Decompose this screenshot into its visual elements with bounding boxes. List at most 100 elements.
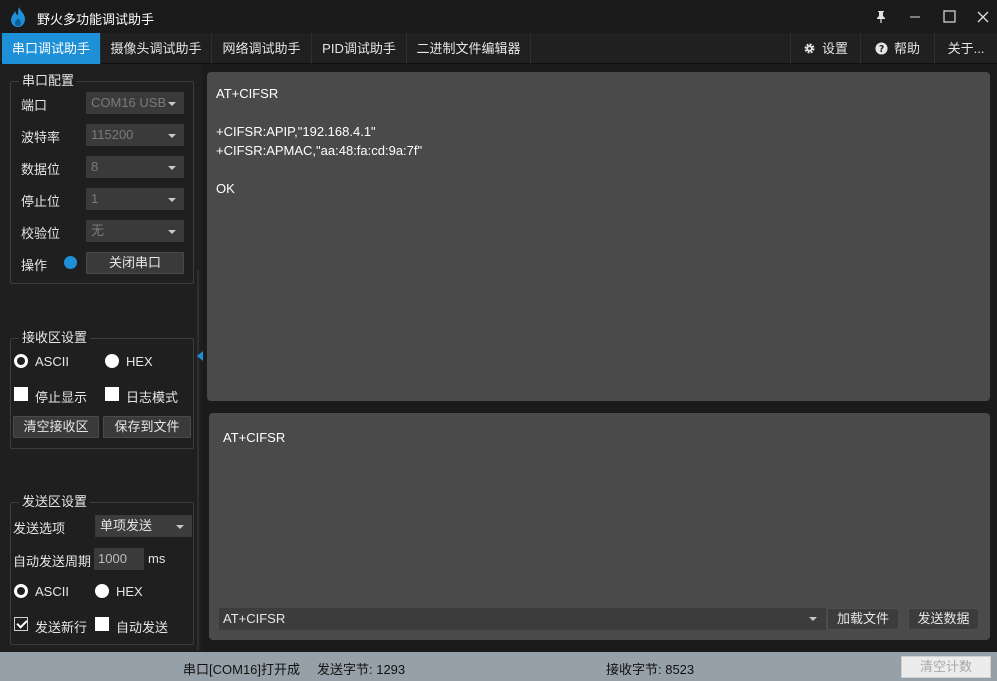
send-newline-label: 发送新行 xyxy=(35,620,88,635)
receive-line: +CIFSR:APMAC,"aa:48:fa:cd:9a:7f" xyxy=(216,143,423,158)
chevron-down-icon xyxy=(168,102,176,106)
auto-send-period-label: 自动发送周期 xyxy=(13,554,92,569)
help-button[interactable]: ? 帮助 xyxy=(860,33,934,64)
tab-camera-debug[interactable]: 摄像头调试助手 xyxy=(101,33,212,64)
baud-label: 波特率 xyxy=(21,130,61,145)
chevron-down-icon xyxy=(168,166,176,170)
databits-value: 8 xyxy=(91,159,99,174)
baud-value: 115200 xyxy=(91,127,134,142)
stopbits-select[interactable]: 1 xyxy=(86,188,184,210)
chevron-down-icon xyxy=(168,134,176,138)
send-history-value: AT+CIFSR xyxy=(223,611,286,626)
send-data-button[interactable]: 发送数据 xyxy=(908,608,979,630)
close-icon xyxy=(977,11,989,22)
flame-logo-icon xyxy=(11,7,25,27)
serial-config-group: 串口配置 端口 COM16 USB 波特率 115200 数据位 8 停止位 1… xyxy=(10,73,194,284)
log-mode-checkbox[interactable] xyxy=(105,387,119,401)
clear-receive-button[interactable]: 清空接收区 xyxy=(13,416,99,438)
auto-send-checkbox[interactable] xyxy=(95,617,109,631)
send-history-select[interactable]: AT+CIFSR xyxy=(219,608,826,630)
help-label: 帮助 xyxy=(893,41,920,56)
load-file-button[interactable]: 加载文件 xyxy=(827,608,899,630)
databits-label: 数据位 xyxy=(21,162,61,177)
tab-network-debug[interactable]: 网络调试助手 xyxy=(212,33,312,64)
pause-display-label: 停止显示 xyxy=(35,390,88,405)
send-ascii-radio[interactable] xyxy=(14,584,28,598)
maximize-icon xyxy=(942,10,956,23)
gear-icon xyxy=(804,43,815,54)
chevron-down-icon xyxy=(809,617,817,621)
chevron-down-icon xyxy=(168,198,176,202)
baud-select[interactable]: 115200 xyxy=(86,124,184,146)
collapse-arrow-icon[interactable] xyxy=(197,351,203,361)
send-settings-title: 发送区设置 xyxy=(19,494,91,510)
pin-icon xyxy=(877,10,885,23)
parity-value: 无 xyxy=(91,223,105,238)
auto-send-label: 自动发送 xyxy=(116,620,169,635)
send-option-label: 发送选项 xyxy=(13,521,66,536)
stopbits-label: 停止位 xyxy=(21,194,61,209)
minimize-button[interactable] xyxy=(898,0,932,33)
tab-pid-debug[interactable]: PID调试助手 xyxy=(312,33,407,64)
window-title: 野火多功能调试助手 xyxy=(37,12,155,27)
recv-settings-title: 接收区设置 xyxy=(19,330,91,346)
send-ascii-label: ASCII xyxy=(35,584,69,599)
send-newline-checkbox[interactable] xyxy=(14,617,28,631)
tab-serial-debug[interactable]: 串口调试助手 xyxy=(2,33,101,64)
close-button[interactable] xyxy=(966,0,997,33)
parity-select[interactable]: 无 xyxy=(86,220,184,242)
maximize-button[interactable] xyxy=(932,0,966,33)
send-hex-radio[interactable] xyxy=(95,584,109,598)
help-icon: ? xyxy=(875,42,888,55)
recv-settings-group: 接收区设置 ASCII HEX 停止显示 日志模式 清空接收区 保存到文件 xyxy=(10,330,194,449)
port-status-text: 串口[COM16]打开成 xyxy=(183,662,301,677)
receive-line: OK xyxy=(216,181,235,196)
sidebar: 串口配置 端口 COM16 USB 波特率 115200 数据位 8 停止位 1… xyxy=(0,64,202,652)
period-unit-label: ms xyxy=(148,551,166,566)
send-text-area[interactable]: AT+CIFSR xyxy=(223,430,285,445)
pause-display-checkbox[interactable] xyxy=(14,387,28,401)
log-mode-label: 日志模式 xyxy=(126,390,179,405)
receive-line xyxy=(216,103,981,122)
port-label: 端口 xyxy=(21,98,48,113)
recv-ascii-radio[interactable] xyxy=(14,354,28,368)
recv-bytes-count: 接收字节: 8523 xyxy=(606,662,695,677)
databits-select[interactable]: 8 xyxy=(86,156,184,178)
operation-label: 操作 xyxy=(21,258,48,273)
recv-hex-radio[interactable] xyxy=(105,354,119,368)
receive-line: +CIFSR:APIP,"192.168.4.1" xyxy=(216,124,376,139)
auto-send-period-input[interactable]: 1000 xyxy=(94,548,144,570)
tab-binary-editor[interactable]: 二进制文件编辑器 xyxy=(407,33,531,64)
send-option-select[interactable]: 单项发送 xyxy=(95,515,192,537)
receive-text-area[interactable]: AT+CIFSR +CIFSR:APIP,"192.168.4.1" +CIFS… xyxy=(207,72,990,401)
splitter[interactable] xyxy=(197,270,199,650)
save-to-file-button[interactable]: 保存到文件 xyxy=(103,416,191,438)
about-button[interactable]: 关于... xyxy=(934,33,997,64)
settings-label: 设置 xyxy=(821,41,848,56)
send-option-value: 单项发送 xyxy=(100,518,153,533)
chevron-down-icon xyxy=(168,230,176,234)
minimize-icon xyxy=(910,16,920,17)
pin-button[interactable] xyxy=(864,0,898,33)
close-port-button[interactable]: 关闭串口 xyxy=(86,252,184,274)
title-bar: 野火多功能调试助手 xyxy=(0,0,997,33)
svg-text:?: ? xyxy=(879,44,884,55)
chevron-down-icon xyxy=(176,525,184,529)
parity-label: 校验位 xyxy=(21,226,61,241)
clear-count-button[interactable]: 清空计数 xyxy=(901,656,991,678)
receive-line xyxy=(216,160,981,179)
settings-button[interactable]: 设置 xyxy=(790,33,860,64)
port-select[interactable]: COM16 USB xyxy=(86,92,184,114)
recv-ascii-label: ASCII xyxy=(35,354,69,369)
recv-hex-label: HEX xyxy=(126,354,153,369)
stopbits-value: 1 xyxy=(91,191,99,206)
receive-line: AT+CIFSR xyxy=(216,86,279,101)
serial-config-title: 串口配置 xyxy=(19,73,78,89)
port-status-indicator xyxy=(64,256,77,269)
port-value: COM16 USB xyxy=(91,95,167,110)
status-bar: 串口[COM16]打开成 发送字节: 1293 接收字节: 8523 清空计数 xyxy=(0,652,997,681)
send-panel: AT+CIFSR AT+CIFSR 加载文件 发送数据 xyxy=(209,413,990,640)
send-hex-label: HEX xyxy=(116,584,143,599)
tab-bar: 串口调试助手 摄像头调试助手 网络调试助手 PID调试助手 二进制文件编辑器 设… xyxy=(0,33,997,64)
about-label: 关于... xyxy=(947,41,985,56)
